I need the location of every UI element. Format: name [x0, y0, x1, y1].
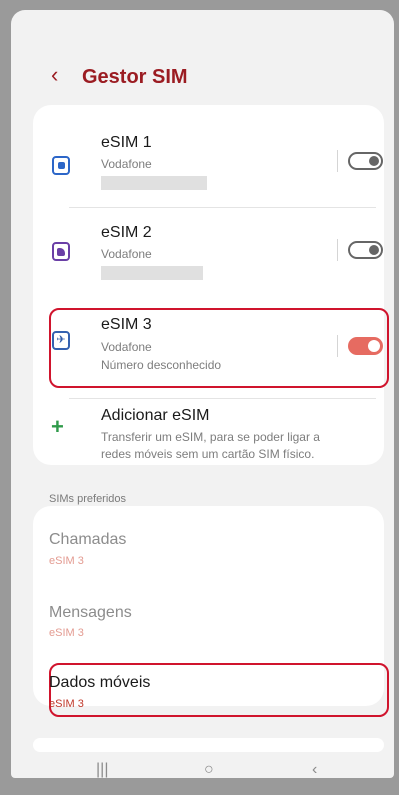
next-card-edge [33, 738, 384, 752]
pref-value: eSIM 3 [49, 627, 84, 639]
app-header: ‹ Gestor SIM [11, 10, 394, 115]
plus-icon: + [51, 414, 64, 439]
back-icon[interactable]: ‹ [312, 761, 317, 778]
pref-title: Chamadas [49, 531, 127, 548]
airplane-icon: ✈ [52, 331, 70, 350]
pref-title: Mensagens [49, 604, 132, 621]
redacted-number [101, 176, 207, 190]
sim-carrier: Vodafone [101, 247, 152, 261]
pref-value: eSIM 3 [49, 555, 84, 567]
separator [337, 239, 338, 261]
sim-name: eSIM 1 [101, 134, 152, 151]
sim-carrier: Vodafone [101, 157, 152, 171]
divider [69, 207, 376, 208]
navigation-bar: ||| ○ ‹ [11, 755, 394, 778]
home-icon[interactable]: ○ [204, 761, 214, 778]
section-label: SIMs preferidos [49, 493, 127, 505]
sim-name: eSIM 3 [101, 316, 152, 333]
sim-toggle-esim1[interactable] [348, 152, 383, 170]
back-chevron-icon[interactable]: ‹ [51, 62, 58, 88]
sim-toggle-esim2[interactable] [348, 241, 383, 259]
phone-screen: ‹ Gestor SIM eSIM 1 Vodafone eSIM 2 Voda… [11, 10, 394, 778]
sim-name: eSIM 2 [101, 224, 152, 241]
add-esim-description: redes móveis sem um cartão SIM físico. [101, 447, 315, 461]
sim-status: Número desconhecido [101, 358, 222, 372]
divider [69, 398, 376, 399]
page-title: Gestor SIM [82, 66, 188, 88]
add-esim-title: Adicionar eSIM [101, 407, 210, 424]
pref-value: eSIM 3 [49, 698, 84, 710]
sim-card-icon [52, 156, 70, 175]
recent-apps-icon[interactable]: ||| [96, 761, 108, 778]
sim-card-icon [52, 242, 70, 261]
separator [337, 335, 338, 357]
add-esim-description: Transferir um eSIM, para se poder ligar … [101, 430, 320, 444]
separator [337, 150, 338, 172]
redacted-number [101, 266, 203, 280]
highlight-box [49, 308, 389, 388]
pref-title: Dados móveis [49, 674, 151, 691]
sim-toggle-esim3[interactable] [348, 337, 383, 355]
sim-carrier: Vodafone [101, 340, 152, 354]
